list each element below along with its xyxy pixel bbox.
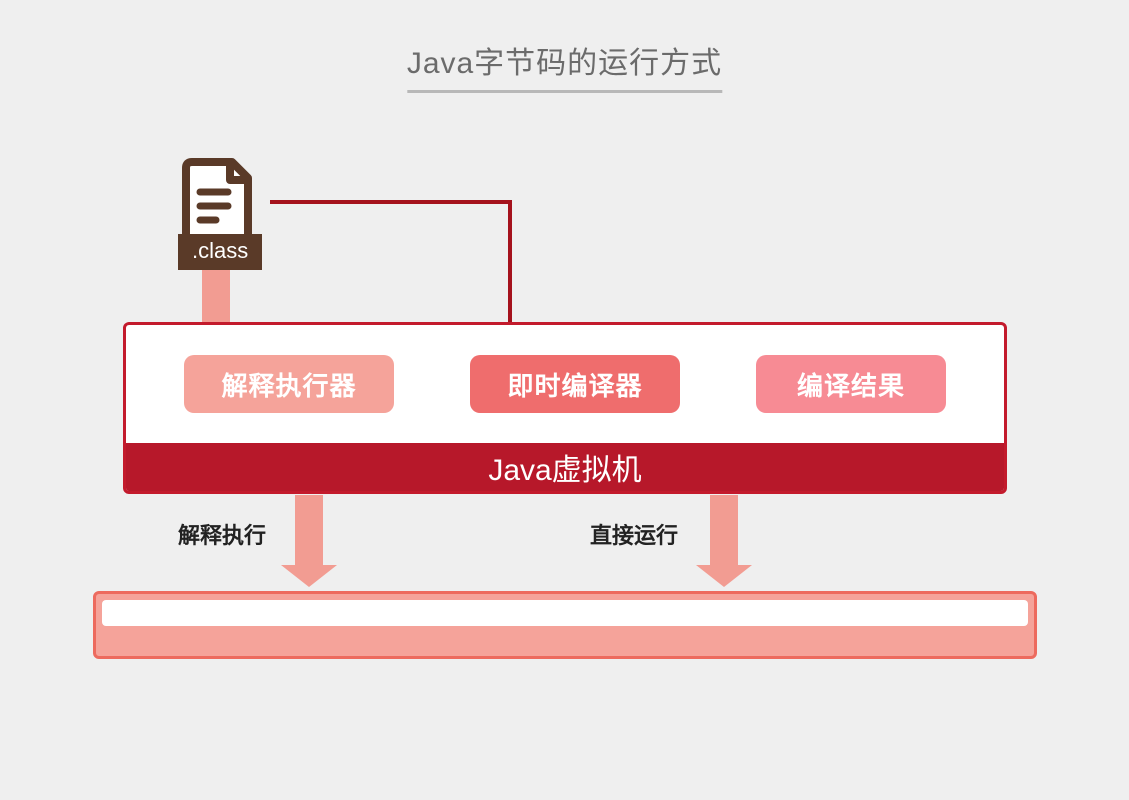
arrow-to-jit-v (508, 200, 512, 334)
arrow-interpret-down (295, 495, 323, 567)
jvm-container: 解释执行器 即时编译器 编译结果 Java虚拟机 (123, 322, 1007, 494)
jvm-title: Java虚拟机 (126, 443, 1004, 491)
class-file-label: .class (178, 234, 262, 270)
interpreter-box: 解释执行器 (184, 355, 394, 413)
label-interpret-exec: 解释执行 (178, 518, 266, 550)
execution-target-bar (93, 591, 1037, 659)
arrow-to-interpreter (202, 270, 230, 330)
diagram-title: Java字节码的运行方式 (407, 38, 722, 93)
arrow-direct-down (710, 495, 738, 567)
execution-target-inner (102, 600, 1028, 626)
arrow-to-jit-h (270, 200, 510, 204)
compiled-result-box: 编译结果 (756, 355, 946, 413)
label-direct-run: 直接运行 (590, 518, 678, 550)
jit-compiler-box: 即时编译器 (470, 355, 680, 413)
